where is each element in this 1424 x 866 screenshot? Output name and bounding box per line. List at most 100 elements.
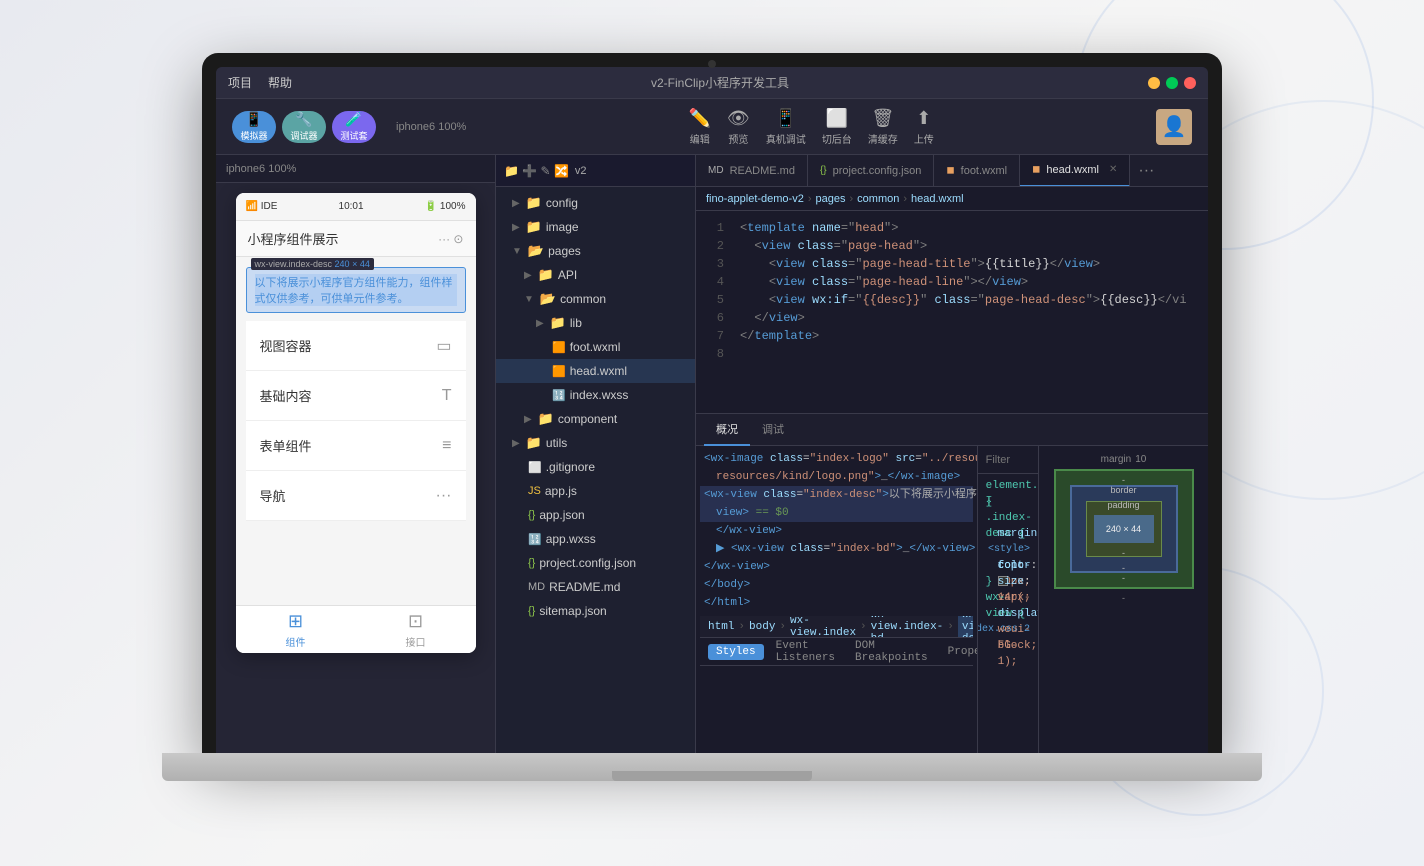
dt-line-view-close[interactable]: </wx-view>: [700, 522, 973, 540]
folder-icon: 📁: [538, 411, 554, 427]
toolbar-actions: ✏️ 编辑 👁 预览 📱 真机调试 ⬜ 切后: [689, 108, 934, 146]
status-time: 10:01: [339, 201, 364, 212]
highlight-size: 240 × 44: [335, 259, 370, 269]
phone-title-actions[interactable]: ··· ⊙: [438, 232, 463, 246]
tab-project-config[interactable]: {} project.config.json: [808, 155, 934, 187]
tree-item-pages[interactable]: ▼ 📂 pages: [496, 239, 695, 263]
path-html[interactable]: html: [708, 621, 734, 633]
tree-item-image[interactable]: ▶ 📁 image: [496, 215, 695, 239]
menu-item-icon-nav: ···: [436, 487, 452, 505]
user-avatar[interactable]: 👤: [1156, 109, 1192, 145]
styles-content[interactable]: element.style { } .index-desc { <style>: [978, 474, 1038, 753]
breadcrumb-common[interactable]: common: [857, 193, 899, 205]
tab-component[interactable]: ⊞ 组件: [286, 611, 306, 649]
tree-item-sitemap[interactable]: {} sitemap.json: [496, 599, 695, 623]
file-panel: 📁 ➕ ✎ 🔀 v2 ▶ 📁 config ▶ 📁 image: [496, 155, 696, 753]
tab-more-button[interactable]: ···: [1130, 162, 1162, 180]
chevron-down-icon: ▼: [512, 246, 522, 257]
dt-line-html[interactable]: </html>: [700, 594, 973, 612]
tree-item-head-wxml[interactable]: 🟧 head.wxml: [496, 359, 695, 383]
tree-item-foot-wxml[interactable]: 🟧 foot.wxml: [496, 335, 695, 359]
tab-close-icon[interactable]: ✕: [1109, 164, 1117, 175]
tree-item-common[interactable]: ▼ 📂 common: [496, 287, 695, 311]
breadcrumb-pages[interactable]: pages: [816, 193, 846, 205]
dt-line-image[interactable]: <wx-image class="index-logo" src="../res…: [700, 450, 973, 468]
minimize-button[interactable]: [1148, 77, 1160, 89]
styles-tab-styles[interactable]: Styles: [708, 644, 764, 660]
dt-line-view-close2[interactable]: </wx-view>: [700, 558, 973, 576]
highlight-box: wx-view.index-desc 240 × 44 以下将展示小程序官方组件…: [246, 267, 466, 313]
file-panel-root: v2: [575, 165, 587, 177]
action-clear-cache[interactable]: 🗑 清缓存: [868, 108, 898, 146]
action-upload[interactable]: ⬆ 上传: [914, 108, 934, 146]
dt-line-body[interactable]: </body>: [700, 576, 973, 594]
code-line-7: </template>: [740, 327, 1200, 345]
wxss-file-icon: 🔢: [552, 389, 566, 402]
breadcrumb-root[interactable]: fino-applet-demo-v2: [706, 193, 804, 205]
menu-help[interactable]: 帮助: [268, 74, 292, 91]
tree-item-gitignore[interactable]: ⬜ .gitignore: [496, 455, 695, 479]
devtools-tab-debug[interactable]: 调试: [750, 414, 796, 446]
tree-item-utils[interactable]: ▶ 📁 utils: [496, 431, 695, 455]
line-num-1: 1: [696, 219, 724, 237]
tab-interface[interactable]: ⊡ 接口: [406, 611, 426, 649]
debugger-label: 调试器: [290, 129, 317, 142]
style-font-size: font-size: 14px;: [986, 558, 1030, 574]
phone-content: wx-view.index-desc 240 × 44 以下将展示小程序官方组件…: [236, 257, 476, 605]
folder-icon: 📁: [550, 315, 566, 331]
tree-item-app-wxss[interactable]: 🔢 app.wxss: [496, 527, 695, 551]
tree-item-index-wxss[interactable]: 🔢 index.wxss: [496, 383, 695, 407]
code-content[interactable]: <template name="head"> <view class="page…: [732, 211, 1208, 413]
dt-line-desc[interactable]: <wx-view class="index-desc">以下将展示小程序官方组件…: [700, 486, 973, 504]
action-background[interactable]: ⬜ 切后台: [822, 108, 852, 146]
tree-item-project-config[interactable]: {} project.config.json: [496, 551, 695, 575]
action-device-debug[interactable]: 📱 真机调试: [766, 108, 806, 146]
styles-filter-input[interactable]: [986, 454, 1038, 466]
line-numbers: 1 2 3 4 5 6 7 8: [696, 211, 732, 413]
tab-head-wxml[interactable]: ◼ head.wxml ✕: [1020, 155, 1130, 187]
dt-line-index-bd[interactable]: ▶ <wx-view class="index-bd">_</wx-view>: [700, 540, 973, 558]
txt-file-icon: ⬜: [528, 461, 542, 474]
tree-item-readme[interactable]: MD README.md: [496, 575, 695, 599]
path-wx-view-index-hd[interactable]: wx-view.index-hd: [871, 616, 944, 638]
path-body[interactable]: body: [749, 621, 775, 633]
menu-item-label-basic-content: 基础内容: [260, 386, 312, 405]
action-edit[interactable]: ✏️ 编辑: [689, 108, 711, 146]
menu-project[interactable]: 项目: [228, 74, 252, 91]
tree-item-component[interactable]: ▶ 📁 component: [496, 407, 695, 431]
action-preview[interactable]: 👁 预览: [727, 108, 750, 146]
testkit-button[interactable]: 🧪 测试套: [332, 111, 376, 143]
styles-tab-dom-breakpoints[interactable]: DOM Breakpoints: [847, 638, 936, 666]
dt-line-image-cont[interactable]: resources/kind/logo.png">_</wx-image>: [700, 468, 973, 486]
json-file-icon: {}: [528, 557, 535, 569]
tree-item-app-js[interactable]: JS app.js: [496, 479, 695, 503]
devtools-tab-overview[interactable]: 概况: [704, 414, 750, 446]
window-controls: [1148, 77, 1196, 89]
html-tree[interactable]: <wx-image class="index-logo" src="../res…: [696, 446, 978, 753]
box-padding: padding - 240 × 44: [1086, 501, 1162, 557]
styles-tab-properties[interactable]: Properties: [940, 644, 978, 660]
tab-readme[interactable]: MD README.md: [696, 155, 808, 187]
menu-item-basic-content[interactable]: 基础内容 T: [246, 371, 466, 421]
tree-item-config[interactable]: ▶ 📁 config: [496, 191, 695, 215]
debugger-button[interactable]: 🔧 调试器: [282, 111, 326, 143]
tree-item-api[interactable]: ▶ 📁 API: [496, 263, 695, 287]
menu-item-form-component[interactable]: 表单组件 ≡: [246, 421, 466, 471]
path-wx-view-index-desc[interactable]: wx-view.index-desc: [958, 616, 973, 638]
simulator-button[interactable]: 📱 模拟器: [232, 111, 276, 143]
menu-item-view-container[interactable]: 视图容器 ▭: [246, 321, 466, 371]
styles-tab-event-listeners[interactable]: Event Listeners: [768, 638, 843, 666]
tree-item-app-json[interactable]: {} app.json: [496, 503, 695, 527]
dt-line-desc-cont[interactable]: view> == $0: [700, 504, 973, 522]
laptop: 项目 帮助 v2-FinClip小程序开发工具 📱 模拟器: [187, 53, 1237, 813]
tree-item-lib[interactable]: ▶ 📁 lib: [496, 311, 695, 335]
tab-foot-wxml[interactable]: ◼ foot.wxml: [934, 155, 1020, 187]
close-button[interactable]: [1184, 77, 1196, 89]
maximize-button[interactable]: [1166, 77, 1178, 89]
line-num-6: 6: [696, 309, 724, 327]
menu-item-nav[interactable]: 导航 ···: [246, 471, 466, 521]
breadcrumb-file[interactable]: head.wxml: [911, 193, 964, 205]
style-element: element.style {: [986, 478, 1030, 494]
path-wx-view-index[interactable]: wx-view.index: [790, 616, 856, 638]
edit-icon: ✏️: [689, 108, 711, 129]
